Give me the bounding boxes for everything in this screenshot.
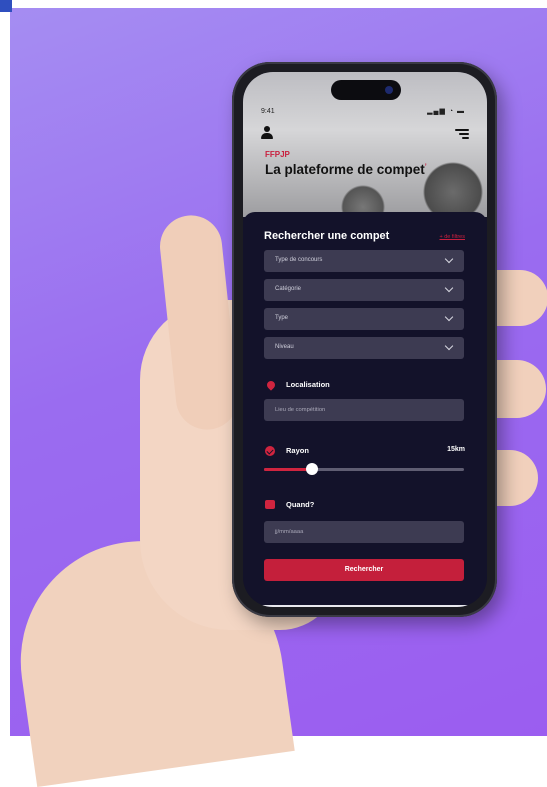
radius-value: 15km — [447, 446, 465, 453]
select-label: Catégorie — [275, 286, 302, 292]
status-time: 9:41 — [261, 108, 275, 115]
panel-title: Rechercher une compet — [264, 230, 390, 242]
radius-check-icon — [265, 446, 275, 456]
location-input[interactable]: Lieu de compétition — [264, 399, 464, 421]
radius-slider-thumb[interactable] — [306, 463, 318, 475]
search-button[interactable]: Rechercher — [264, 559, 464, 581]
camera-dot — [385, 86, 393, 94]
dynamic-island — [331, 80, 401, 100]
title-mark: ’ — [424, 163, 427, 171]
menu-icon[interactable] — [455, 129, 469, 139]
corner-accent — [0, 0, 12, 12]
select-label: Niveau — [275, 344, 294, 350]
select-niveau[interactable]: Niveau — [264, 337, 464, 359]
location-label: Localisation — [286, 380, 330, 389]
chevron-down-icon — [444, 254, 454, 264]
chevron-down-icon — [444, 312, 454, 322]
calendar-icon — [265, 500, 275, 509]
page-title: La plateforme de compet’ — [265, 162, 427, 177]
more-filters-link[interactable]: + de filtres — [439, 234, 465, 240]
search-panel: Rechercher une compet + de filtres Type … — [243, 212, 487, 607]
home-indicator — [243, 605, 487, 607]
select-type-de-concours[interactable]: Type de concours — [264, 250, 464, 272]
page-title-text: La plateforme de compet — [265, 162, 425, 177]
date-input[interactable]: jj/mm/aaaa — [264, 521, 464, 543]
chevron-down-icon — [444, 341, 454, 351]
brand-label: FFPJP — [265, 150, 290, 159]
status-bar: 9:41 ▂▄▆ ◔ ▬ — [243, 106, 487, 120]
chevron-down-icon — [444, 283, 454, 293]
select-label: Type de concours — [275, 257, 323, 263]
select-categorie[interactable]: Catégorie — [264, 279, 464, 301]
select-label: Type — [275, 315, 289, 321]
radius-slider-fill — [264, 468, 312, 471]
radius-label: Rayon — [286, 446, 309, 455]
select-type[interactable]: Type — [264, 308, 464, 330]
radius-slider[interactable] — [264, 463, 464, 475]
when-label: Quand? — [286, 500, 315, 509]
user-icon[interactable] — [261, 126, 273, 140]
phone-screen: 9:41 ▂▄▆ ◔ ▬ FFPJP La plateforme de comp… — [243, 72, 487, 607]
location-placeholder: Lieu de compétition — [275, 407, 326, 413]
status-icons: ▂▄▆ ◔ ▬ — [427, 108, 465, 115]
date-placeholder: jj/mm/aaaa — [275, 529, 304, 535]
location-pin-icon — [265, 379, 277, 391]
